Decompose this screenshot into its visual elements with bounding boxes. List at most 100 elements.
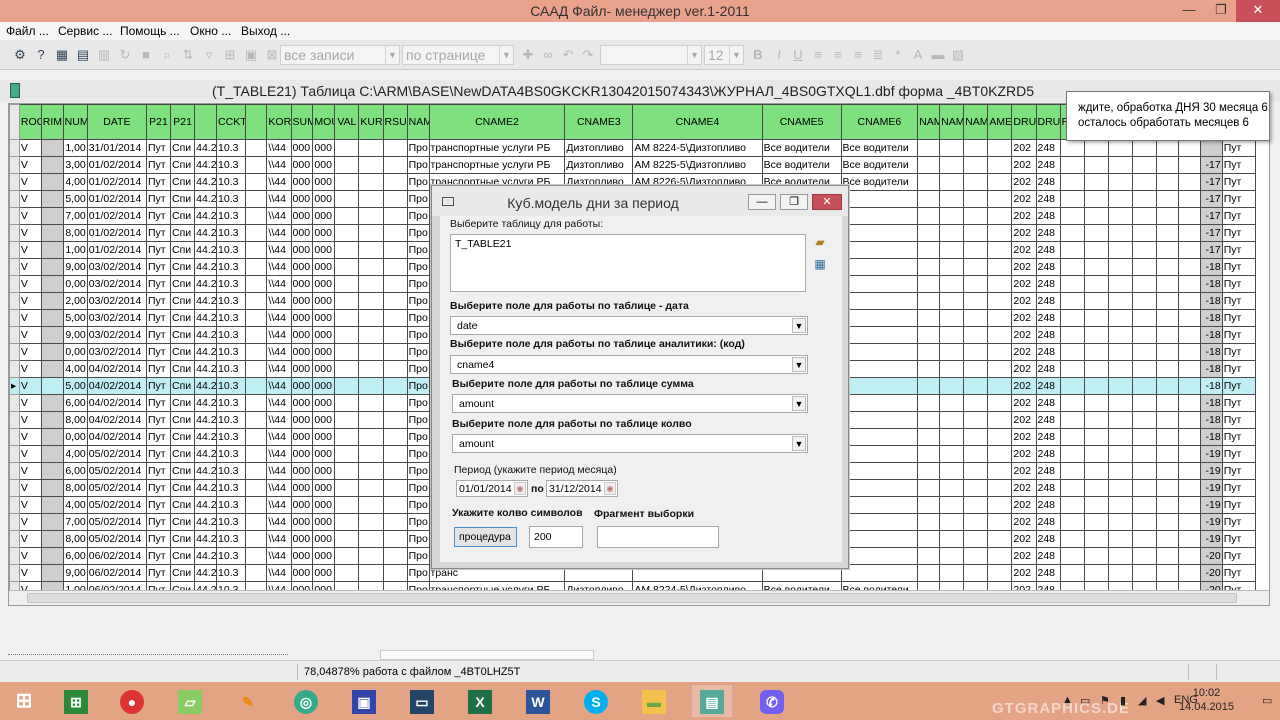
grid-cell[interactable]: Пут (1221, 190, 1257, 208)
grid-cell[interactable] (382, 428, 408, 446)
grid-cell[interactable]: Спи (170, 462, 196, 480)
notepad-icon[interactable]: ▱ (170, 685, 210, 717)
grid-cell[interactable] (358, 292, 384, 310)
grid-cell[interactable] (334, 564, 360, 582)
grid-cell[interactable]: транспортные услуги РБ (428, 139, 566, 157)
grid-cell[interactable]: Про (406, 309, 430, 327)
grid-cell[interactable]: -17 (1199, 241, 1223, 259)
grid-cell[interactable] (382, 156, 408, 174)
grid-cell[interactable]: Спи (170, 207, 196, 225)
grid-cell[interactable] (1107, 479, 1133, 497)
grid-cell[interactable] (963, 241, 989, 259)
grid-cell[interactable] (840, 360, 919, 378)
grid-cell[interactable]: -19 (1199, 479, 1223, 497)
grid-cell[interactable] (1107, 156, 1133, 174)
grid-cell[interactable]: -18 (1199, 360, 1223, 378)
grid-cell[interactable] (358, 564, 384, 582)
grid-cell[interactable] (1131, 462, 1157, 480)
grid-column-header[interactable] (244, 104, 268, 140)
grid-cell[interactable] (1083, 190, 1109, 208)
grid-cell[interactable] (939, 360, 965, 378)
grid-cell[interactable]: 000 (312, 462, 336, 480)
grid-cell[interactable] (334, 326, 360, 344)
grid-cell[interactable]: -17 (1199, 173, 1223, 191)
grid-cell[interactable]: -17 (1199, 156, 1223, 174)
grid-cell[interactable]: \\44 (266, 360, 292, 378)
grid-cell[interactable]: 000 (290, 394, 314, 412)
grid-cell[interactable] (917, 224, 941, 242)
grid-cell[interactable]: \\44 (266, 428, 292, 446)
grid-cell[interactable]: 05/02/2014 (86, 462, 147, 480)
grid-cell[interactable] (1083, 173, 1109, 191)
grid-cell[interactable]: Спи (170, 411, 196, 429)
grid-cell[interactable] (358, 513, 384, 531)
grid-cell[interactable]: -18 (1199, 275, 1223, 293)
grid-cell[interactable]: -18 (1199, 309, 1223, 327)
dialog-titlebar[interactable]: Куб.модель дни за период — ❐ ✕ (432, 186, 848, 216)
grid-cell[interactable]: V (18, 360, 42, 378)
grid-cell[interactable]: Про (406, 241, 430, 259)
grid-cell[interactable] (987, 207, 1013, 225)
grid-cell[interactable]: 10.3 (216, 394, 246, 412)
grid-cell[interactable] (963, 411, 989, 429)
grid-cell[interactable] (334, 530, 360, 548)
grid-cell[interactable] (939, 547, 965, 565)
grid-cell[interactable]: 8,00 (62, 479, 88, 497)
grid-cell[interactable] (939, 139, 965, 157)
grid-cell[interactable]: -18 (1199, 411, 1223, 429)
grid-cell[interactable]: 248 (1035, 377, 1061, 395)
grid-cell[interactable]: 248 (1035, 479, 1061, 497)
start-button[interactable]: ⊞ (4, 685, 44, 717)
grid-cell[interactable] (9, 343, 20, 361)
grid-cell[interactable] (244, 411, 268, 429)
grid-cell[interactable] (244, 479, 268, 497)
grid-cell[interactable]: V (18, 530, 42, 548)
grid-cell[interactable]: 10.3 (216, 258, 246, 276)
grid-cell[interactable]: Пут (145, 275, 172, 293)
grid-cell[interactable] (358, 173, 384, 191)
remote-desktop-icon[interactable]: ▭ (402, 685, 442, 717)
clear-filter-icon[interactable]: ⊠ (264, 47, 280, 63)
grid-cell[interactable] (987, 411, 1013, 429)
grid-cell[interactable] (939, 377, 965, 395)
grid-cell[interactable]: Пут (1221, 241, 1257, 259)
grid-cell[interactable]: Пут (1221, 479, 1257, 497)
grid-cell[interactable]: 05/02/2014 (86, 513, 147, 531)
fill-color-icon[interactable]: ▬ (930, 47, 946, 63)
grid-cell[interactable] (40, 530, 64, 548)
grid-cell[interactable]: Все водители (840, 139, 919, 157)
grid-cell[interactable]: 44.2 (194, 190, 218, 208)
grid-cell[interactable] (1083, 547, 1109, 565)
grid-cell[interactable]: Про (406, 173, 430, 191)
grid-cell[interactable]: V (18, 547, 42, 565)
grid-cell[interactable] (840, 513, 919, 531)
grid-cell[interactable] (1059, 547, 1085, 565)
grid-cell[interactable] (40, 190, 64, 208)
grid-column-header[interactable]: RSU (382, 104, 408, 140)
grid-column-header[interactable]: CNAME5 (761, 104, 842, 140)
dialog-minimize-button[interactable]: — (748, 194, 776, 210)
grid-cell[interactable] (1155, 377, 1179, 395)
grid-cell[interactable]: 10.3 (216, 360, 246, 378)
grid-cell[interactable]: Пут (145, 462, 172, 480)
grid-cell[interactable]: Спи (170, 360, 196, 378)
grid-cell[interactable]: 248 (1035, 207, 1061, 225)
grid-cell[interactable]: 202 (1011, 547, 1037, 565)
grid-cell[interactable] (9, 173, 20, 191)
grid-cell[interactable]: 01/02/2014 (86, 173, 147, 191)
grid-cell[interactable] (334, 309, 360, 327)
grid-cell[interactable] (1059, 564, 1085, 582)
grid-cell[interactable]: V (18, 224, 42, 242)
grid-cell[interactable]: \\44 (266, 241, 292, 259)
grid-cell[interactable]: 202 (1011, 394, 1037, 412)
grid-cell[interactable] (917, 496, 941, 514)
grid-cell[interactable]: 000 (290, 241, 314, 259)
grid-cell[interactable] (1059, 326, 1085, 344)
grid-cell[interactable] (939, 428, 965, 446)
grid-cell[interactable]: \\44 (266, 462, 292, 480)
help-icon[interactable]: ? (33, 47, 49, 63)
grid-cell[interactable]: 8,00 (62, 411, 88, 429)
clock[interactable]: 10:02 14.04.2015 (1179, 686, 1234, 714)
grid-cell[interactable]: Спи (170, 394, 196, 412)
grid-cell[interactable] (382, 462, 408, 480)
